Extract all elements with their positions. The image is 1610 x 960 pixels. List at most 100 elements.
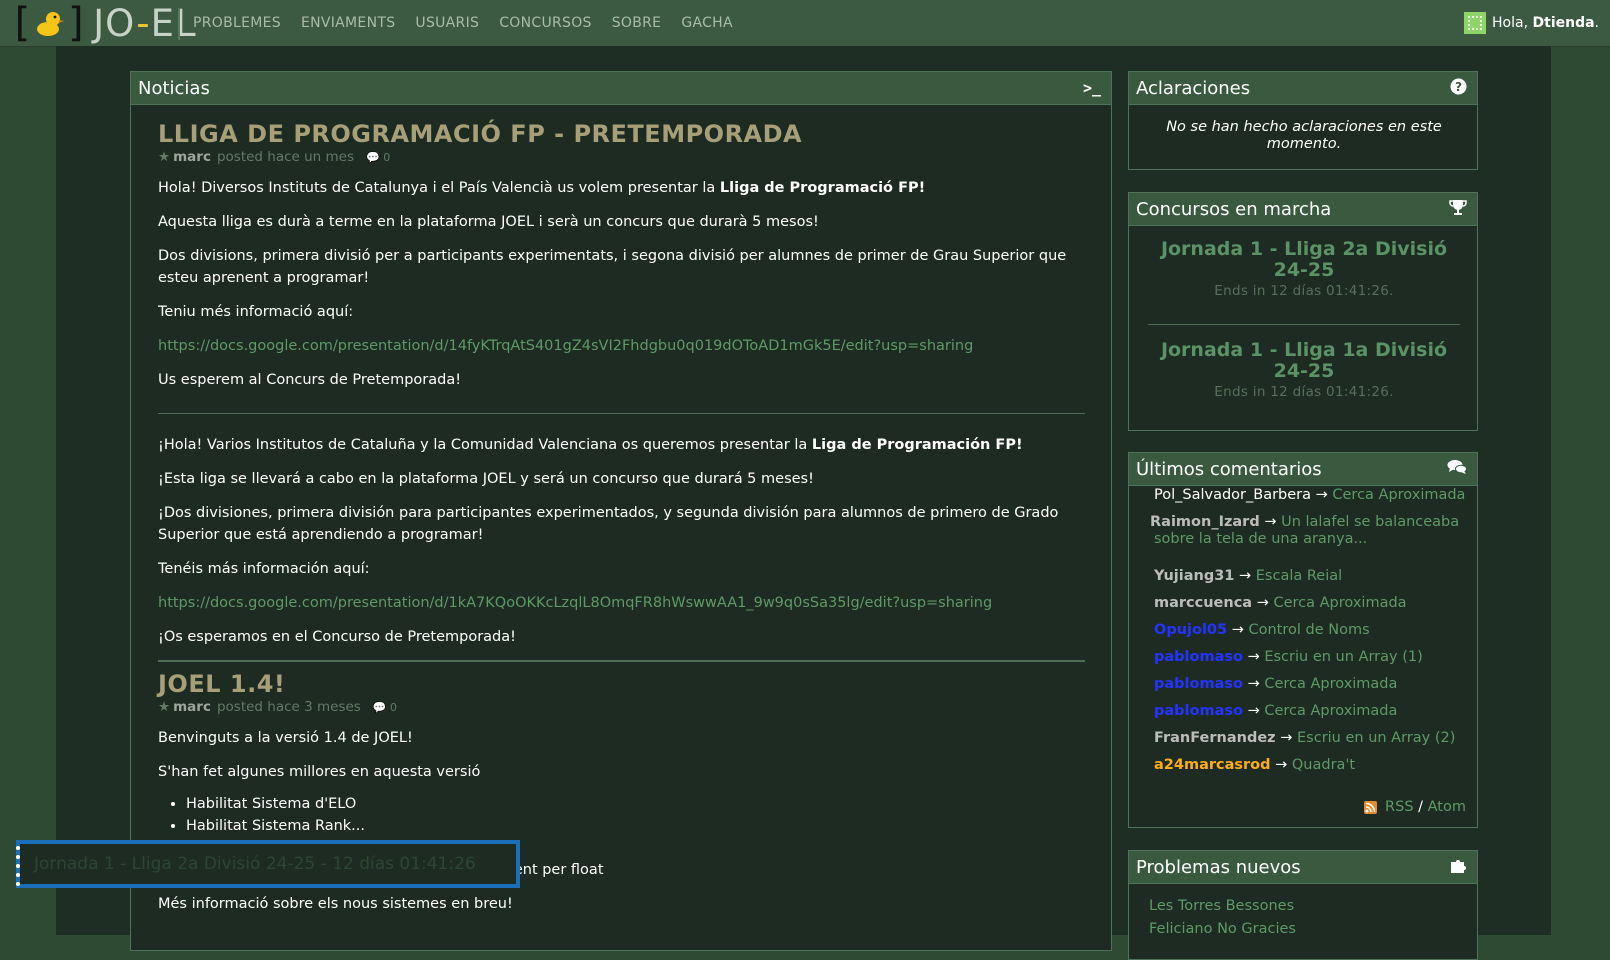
nav-link-usuaris[interactable]: USUARIS bbox=[415, 15, 479, 31]
nav-link-enviaments[interactable]: ENVIAMENTS bbox=[301, 15, 395, 31]
logo-bracket-right: ] bbox=[65, 0, 90, 46]
post-paragraph: ¡Dos divisiones, primera división para p… bbox=[158, 505, 1059, 543]
main-nav: PROBLEMES ENVIAMENTS USUARIS CONCURSOS S… bbox=[193, 0, 753, 46]
contest-item[interactable]: Jornada 1 - Lliga 1a Divisió 24-25 Ends … bbox=[1129, 340, 1479, 401]
comment-user[interactable]: marccuenca bbox=[1154, 595, 1252, 611]
post-paragraph: Dos divisions, primera divisió per a par… bbox=[158, 248, 1067, 286]
comment-problem-link[interactable]: Quadra't bbox=[1292, 757, 1355, 773]
contests-title: Concursos en marcha bbox=[1136, 198, 1332, 220]
new-problems-title: Problemas nuevos bbox=[1136, 856, 1301, 878]
comment-user[interactable]: Pol_Salvador_Barbera bbox=[1154, 487, 1311, 503]
floating-contest-timer[interactable]: Jornada 1 - Lliga 2a Divisió 24-25 - 12 … bbox=[16, 840, 520, 888]
news-panel: Noticias >_ LLIGA DE PROGRAMACIÓ FP - PR… bbox=[130, 71, 1112, 951]
comment-user[interactable]: a24marcasrod bbox=[1154, 757, 1271, 773]
comment-problem-link[interactable]: Control de Noms bbox=[1248, 622, 1369, 638]
presentation-link[interactable]: https://docs.google.com/presentation/d/1… bbox=[158, 335, 1085, 357]
comment-problem-link[interactable]: Escriu en un Array (1) bbox=[1264, 649, 1422, 665]
post-paragraph: Benvinguts a la versió 1.4 de JOEL! bbox=[158, 730, 413, 746]
post-date: posted hace 3 meses bbox=[216, 699, 361, 715]
post-paragraph: Més informació sobre els nous sistemes e… bbox=[158, 896, 513, 912]
paragraph-bold: Lliga de Programació FP! bbox=[719, 180, 926, 196]
paragraph-text: Hola! Diversos Instituts de Catalunya i … bbox=[158, 180, 720, 196]
post-paragraph: S'han fet algunes millores en aquesta ve… bbox=[158, 764, 481, 780]
post-author[interactable]: marc bbox=[173, 699, 211, 715]
post-author[interactable]: marc bbox=[173, 149, 211, 165]
nav-link-sobre[interactable]: SOBRE bbox=[612, 15, 662, 31]
post-title[interactable]: LLIGA DE PROGRAMACIÓ FP - PRETEMPORADA bbox=[158, 120, 1085, 148]
clarifications-header: Aclaraciones ? bbox=[1129, 72, 1477, 105]
nav-link-gacha[interactable]: GACHA bbox=[681, 15, 733, 31]
comment-entry: pablomaso → Cerca Aproximada bbox=[1154, 703, 1474, 720]
new-problems-header: Problemas nuevos bbox=[1129, 851, 1477, 884]
puzzle-icon[interactable] bbox=[1450, 857, 1467, 878]
comment-user[interactable]: Raimon_Izard bbox=[1150, 514, 1260, 530]
user-menu[interactable]: Hola, Dtienda. bbox=[1464, 12, 1599, 34]
comment-problem-link[interactable]: Escriu en un Array (2) bbox=[1297, 730, 1455, 746]
star-icon: ★ bbox=[158, 699, 171, 715]
trophy-icon[interactable] bbox=[1449, 199, 1467, 220]
divider bbox=[158, 413, 1085, 414]
post-paragraph: Teniu més informació aquí: bbox=[158, 304, 354, 320]
comments-header: Últimos comentarios bbox=[1129, 453, 1477, 486]
terminal-icon[interactable]: >_ bbox=[1083, 79, 1101, 97]
post-paragraph: Hola! Diversos Instituts de Catalunya i … bbox=[158, 177, 1085, 199]
post-divider bbox=[158, 660, 1085, 662]
logo-text: JO-EL bbox=[93, 2, 196, 45]
nav-link-concursos[interactable]: CONCURSOS bbox=[499, 15, 592, 31]
avatar[interactable] bbox=[1464, 12, 1487, 34]
comment-entry: pablomaso → Escriu en un Array (1) bbox=[1154, 649, 1474, 666]
comments-count[interactable]: 💬 0 bbox=[373, 701, 397, 714]
comments-icon[interactable] bbox=[1447, 459, 1467, 479]
site-logo[interactable]: [ ] JO-EL bbox=[9, 0, 197, 46]
comment-user[interactable]: FranFernandez bbox=[1154, 730, 1276, 746]
post-meta: ★ marc posted hace 3 meses 💬 0 bbox=[158, 699, 1085, 715]
comments-title: Últimos comentarios bbox=[1136, 458, 1322, 480]
new-problems-panel: Problemas nuevos Les Torres Bessones Fel… bbox=[1128, 850, 1478, 960]
drag-handle-icon[interactable] bbox=[16, 846, 22, 886]
comment-problem-link[interactable]: Cerca Aproximada bbox=[1264, 676, 1397, 692]
presentation-link[interactable]: https://docs.google.com/presentation/d/1… bbox=[158, 592, 1085, 614]
contest-name[interactable]: Jornada 1 - Lliga 1a Divisió 24-25 bbox=[1129, 340, 1479, 382]
username[interactable]: Dtienda bbox=[1533, 15, 1595, 31]
post-title[interactable]: JOEL 1.4! bbox=[158, 670, 1085, 698]
comment-entry: Opujol05 → Control de Noms bbox=[1154, 622, 1474, 639]
contest-name[interactable]: Jornada 1 - Lliga 2a Divisió 24-25 bbox=[1129, 239, 1479, 281]
comment-problem-link[interactable]: Cerca Aproximada bbox=[1273, 595, 1406, 611]
arrow: → bbox=[1259, 514, 1282, 530]
post-paragraph: Tenéis más información aquí: bbox=[158, 561, 370, 577]
comment-problem-link[interactable]: Cerca Aproximada bbox=[1332, 487, 1465, 503]
comment-entry: FranFernandez → Escriu en un Array (2) bbox=[1154, 730, 1474, 747]
nav-link-problemes[interactable]: PROBLEMES bbox=[193, 15, 281, 31]
contest-item[interactable]: Jornada 1 - Lliga 2a Divisió 24-25 Ends … bbox=[1129, 239, 1479, 300]
comment-problem-link[interactable]: Cerca Aproximada bbox=[1264, 703, 1397, 719]
comment-entry: marccuenca → Cerca Aproximada bbox=[1154, 595, 1474, 612]
comment-problem-link[interactable]: Escala Reial bbox=[1256, 568, 1342, 584]
post-paragraph: ¡Esta liga se llevará a cabo en la plata… bbox=[158, 471, 814, 487]
svg-text:?: ? bbox=[1455, 80, 1462, 94]
post-meta: ★ marc posted hace un mes 💬 0 bbox=[158, 149, 1085, 165]
clarifications-title: Aclaraciones bbox=[1136, 77, 1251, 99]
comments-count-value: 0 bbox=[390, 700, 398, 714]
question-icon[interactable]: ? bbox=[1450, 78, 1467, 99]
news-body: LLIGA DE PROGRAMACIÓ FP - PRETEMPORADA ★… bbox=[158, 106, 1085, 915]
news-panel-title: Noticias bbox=[138, 77, 210, 99]
comment-user[interactable]: pablomaso bbox=[1154, 649, 1243, 665]
comment-user[interactable]: pablomaso bbox=[1154, 703, 1243, 719]
comment-entry: Pol_Salvador_Barbera → Cerca Aproximada bbox=[1154, 487, 1474, 504]
post-date: posted hace un mes bbox=[216, 149, 355, 165]
rss-link[interactable]: RSS bbox=[1385, 799, 1413, 815]
greeting-text: Hola, bbox=[1492, 15, 1529, 31]
comment-user[interactable]: pablomaso bbox=[1154, 676, 1243, 692]
contests-panel: Concursos en marcha Jornada 1 - Lliga 2a… bbox=[1128, 192, 1478, 431]
atom-link[interactable]: Atom bbox=[1428, 799, 1466, 815]
feed-separator: / bbox=[1413, 799, 1428, 815]
comment-user[interactable]: Yujiang31 bbox=[1154, 568, 1234, 584]
logo-text-dash: - bbox=[136, 1, 151, 45]
arrow: → bbox=[1275, 730, 1297, 746]
comments-count[interactable]: 💬 0 bbox=[366, 151, 390, 164]
comment-user[interactable]: Opujol05 bbox=[1154, 622, 1227, 638]
new-problem-link[interactable]: Les Torres Bessones bbox=[1149, 898, 1294, 914]
brand-divider bbox=[178, 8, 180, 40]
comment-entry: a24marcasrod → Quadra't bbox=[1154, 757, 1474, 774]
comment-entry: Raimon_Izard → Un lalafel se balanceaba … bbox=[1150, 514, 1474, 548]
